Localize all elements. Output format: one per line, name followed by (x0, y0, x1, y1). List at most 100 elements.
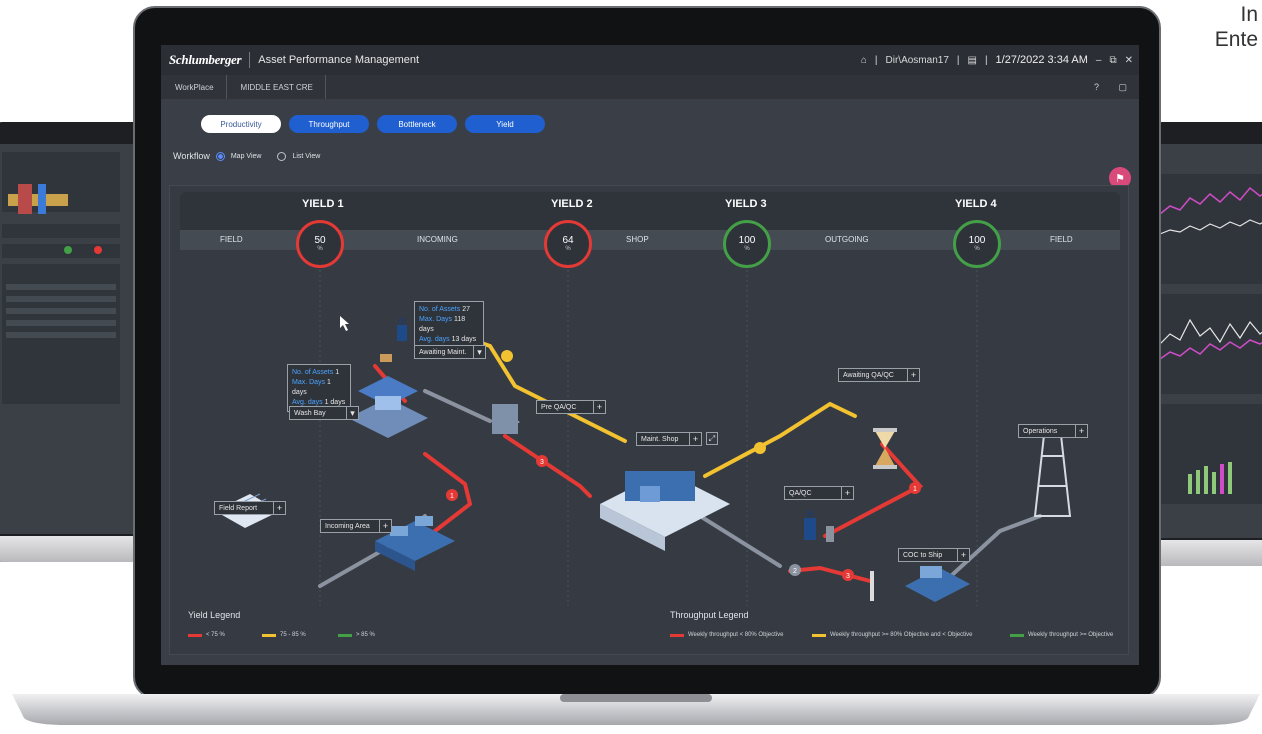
assets-key: No. of Assets (292, 369, 334, 376)
divider: | (874, 54, 878, 66)
step-markers: 1 2 3 1 2 3 (387, 350, 921, 581)
hourglass (873, 428, 897, 469)
avg-days-value: 1 days (324, 399, 346, 406)
home-icon[interactable]: ⌂ (861, 55, 867, 66)
plus-icon[interactable]: + (593, 401, 605, 413)
legend-swatch (262, 633, 276, 637)
yield-legend-title: Yield Legend (188, 610, 241, 620)
divider: | (956, 54, 960, 66)
list-view-label[interactable]: List View (292, 153, 320, 160)
cursor-icon (340, 316, 349, 331)
list-view-radio[interactable] (277, 151, 287, 161)
step-number: 1 (450, 493, 454, 500)
qaqc-label[interactable]: QA/QC + (784, 486, 854, 500)
legend-label: 75 - 85 % (280, 632, 306, 638)
close-icon[interactable]: ✕ (1125, 55, 1133, 66)
awaiting-maint-label[interactable]: Awaiting Maint. ▾ (414, 345, 486, 359)
throughput-legend-item-high: Weekly throughput >= Objective (1010, 632, 1113, 638)
legend-label: < 75 % (206, 632, 225, 638)
app-screen: Schlumberger Asset Performance Managemen… (161, 45, 1139, 665)
restore-icon[interactable]: ⧉ (1109, 55, 1116, 66)
workflow-view-toggle: Workflow Map View List View (173, 151, 320, 161)
maint-shop-label[interactable]: Maint. Shop + (636, 432, 702, 446)
datetime: 1/27/2022 3:34 AM (995, 54, 1088, 66)
chat-icon[interactable]: ▢ (1118, 82, 1127, 93)
plus-icon[interactable]: + (379, 520, 391, 532)
workflow-label: Workflow (173, 151, 210, 161)
pre-qaqc-text: Pre QA/QC (541, 403, 577, 411)
yield-legend-item-high: > 85 % (338, 632, 375, 638)
wash-bay-label[interactable]: Wash Bay ▾ (289, 406, 359, 420)
right-device-screen (1158, 144, 1262, 538)
expand-icon[interactable]: ⤢ (706, 432, 718, 445)
arrow-return-to-maint-shop (698, 514, 782, 568)
assets-key: No. of Assets (419, 306, 461, 313)
pre-qaqc-label[interactable]: Pre QA/QC + (536, 400, 606, 414)
laptop-base (12, 694, 1260, 725)
avg-days-key: Avg. days (292, 399, 323, 406)
map-view-label[interactable]: Map View (231, 153, 262, 160)
assets-value: 1 (335, 369, 340, 376)
breadcrumb: WorkPlace MIDDLE EAST CRE ? ▢ (161, 75, 1139, 99)
step-number: 3 (846, 573, 850, 580)
workflow-map: YIELD 1 YIELD 2 YIELD 3 YIELD 4 FIELD IN… (169, 185, 1129, 655)
window-icon: ▤ (967, 54, 977, 66)
incoming-area-label[interactable]: Incoming Area + (320, 519, 392, 533)
yield-legend-item-mid: 75 - 85 % (262, 632, 306, 638)
right-device-charts (1159, 174, 1262, 504)
corner-text-line-1: In (1240, 3, 1258, 26)
legend-swatch (188, 633, 202, 637)
avg-days-key: Avg. days (419, 336, 450, 343)
dropdown-icon[interactable]: ▾ (473, 346, 485, 358)
corner-text: In Ente (1158, 2, 1258, 52)
legend-label: > 85 % (356, 632, 375, 638)
throughput-legend-title: Throughput Legend (670, 610, 749, 620)
dropdown-icon[interactable]: ▾ (346, 407, 358, 419)
plus-icon[interactable]: + (907, 369, 919, 381)
legend-label: Weekly throughput >= Objective (1028, 632, 1114, 638)
legend-label: Weekly throughput < 80% Objective (688, 632, 784, 638)
throughput-legend-item-mid: Weekly throughput >= 80% Objective and <… (812, 632, 972, 638)
minimize-icon[interactable]: – (1096, 55, 1102, 66)
operations-derrick (1033, 425, 1072, 517)
legend-swatch (670, 633, 684, 637)
help-icon[interactable]: ? (1094, 82, 1099, 92)
step-marker (501, 350, 513, 362)
tab-yield[interactable]: Yield (465, 115, 545, 133)
wash-bay-building (348, 376, 428, 438)
wash-bay-text: Wash Bay (294, 409, 326, 417)
arrow-wash-bay-to-rack (423, 389, 492, 423)
tab-throughput[interactable]: Throughput (289, 115, 369, 133)
legend-swatch (1010, 633, 1024, 637)
storage-rack (492, 404, 520, 434)
user-name[interactable]: Dir\Aosman17 (886, 55, 949, 66)
flow-diagram: 1 2 3 1 2 3 (215, 270, 1072, 606)
plus-icon[interactable]: + (273, 502, 285, 514)
tab-bottleneck[interactable]: Bottleneck (377, 115, 457, 133)
tab-bar: Productivity Throughput Bottleneck Yield (201, 115, 545, 133)
arrow-maint-shop-to-awaiting-qaqc (703, 401, 857, 478)
breadcrumb-middle-east[interactable]: MIDDLE EAST CRE (227, 75, 326, 99)
breadcrumb-workplace[interactable]: WorkPlace (161, 75, 227, 99)
legend-swatch (338, 633, 352, 637)
plus-icon[interactable]: + (689, 433, 701, 445)
step-number: 3 (540, 459, 544, 466)
divider (249, 52, 251, 68)
plus-icon[interactable]: + (957, 549, 969, 561)
plus-icon[interactable]: + (1075, 425, 1087, 437)
step-number: 2 (793, 568, 797, 575)
left-device-screen (0, 144, 146, 534)
plus-icon[interactable]: + (841, 487, 853, 499)
yield-legend-item-low: < 75 % (188, 632, 225, 638)
coc-to-ship-label[interactable]: COC to Ship + (898, 548, 970, 562)
map-view-radio[interactable] (215, 151, 225, 161)
step-marker (754, 442, 766, 454)
awaiting-qaqc-label[interactable]: Awaiting QA/QC + (838, 368, 920, 382)
stage: In Ente Schlumberger Asset Performance M… (0, 0, 1262, 734)
tab-productivity[interactable]: Productivity (201, 115, 281, 133)
operations-label[interactable]: Operations + (1018, 424, 1088, 438)
awaiting-maint-info: No. of Assets 27 Max. Days 118 days Avg.… (414, 301, 484, 349)
awaiting-qaqc-text: Awaiting QA/QC (843, 371, 894, 379)
field-report-label[interactable]: Field Report + (214, 501, 286, 515)
maint-shop-building (600, 471, 730, 551)
